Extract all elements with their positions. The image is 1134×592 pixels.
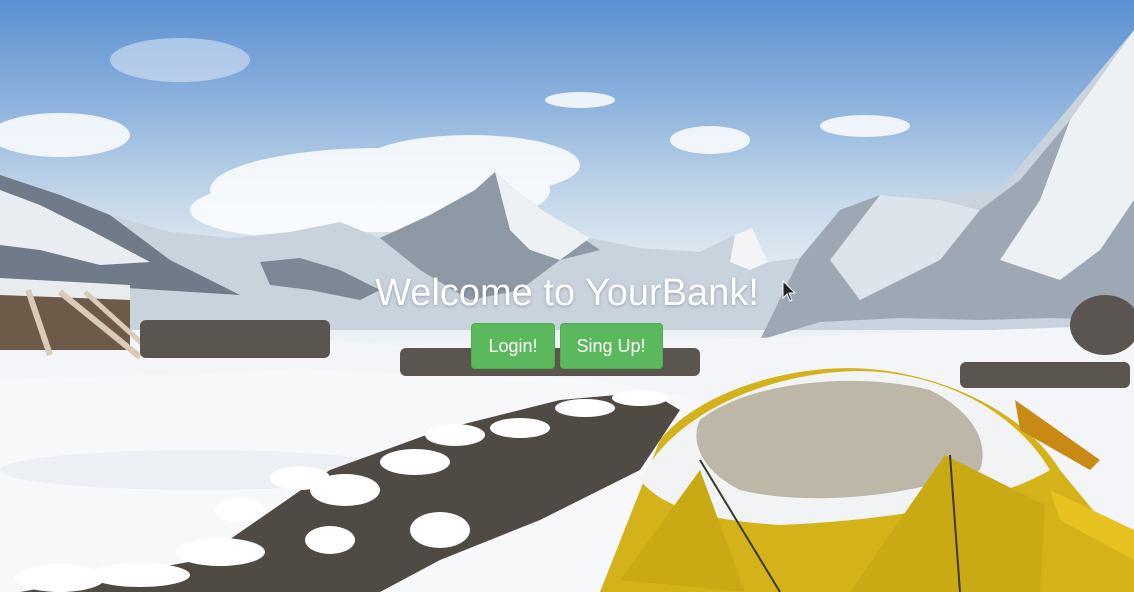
mouse-cursor-icon (782, 280, 796, 302)
login-button[interactable]: Login! (471, 323, 555, 369)
hero-section: Welcome to YourBank! Login! Sing Up! (0, 0, 1134, 592)
hero-overlay: Welcome to YourBank! Login! Sing Up! (0, 268, 1134, 369)
page-title: Welcome to YourBank! (375, 272, 759, 314)
signup-button[interactable]: Sing Up! (559, 323, 663, 369)
auth-buttons: Login! Sing Up! (0, 323, 1134, 369)
